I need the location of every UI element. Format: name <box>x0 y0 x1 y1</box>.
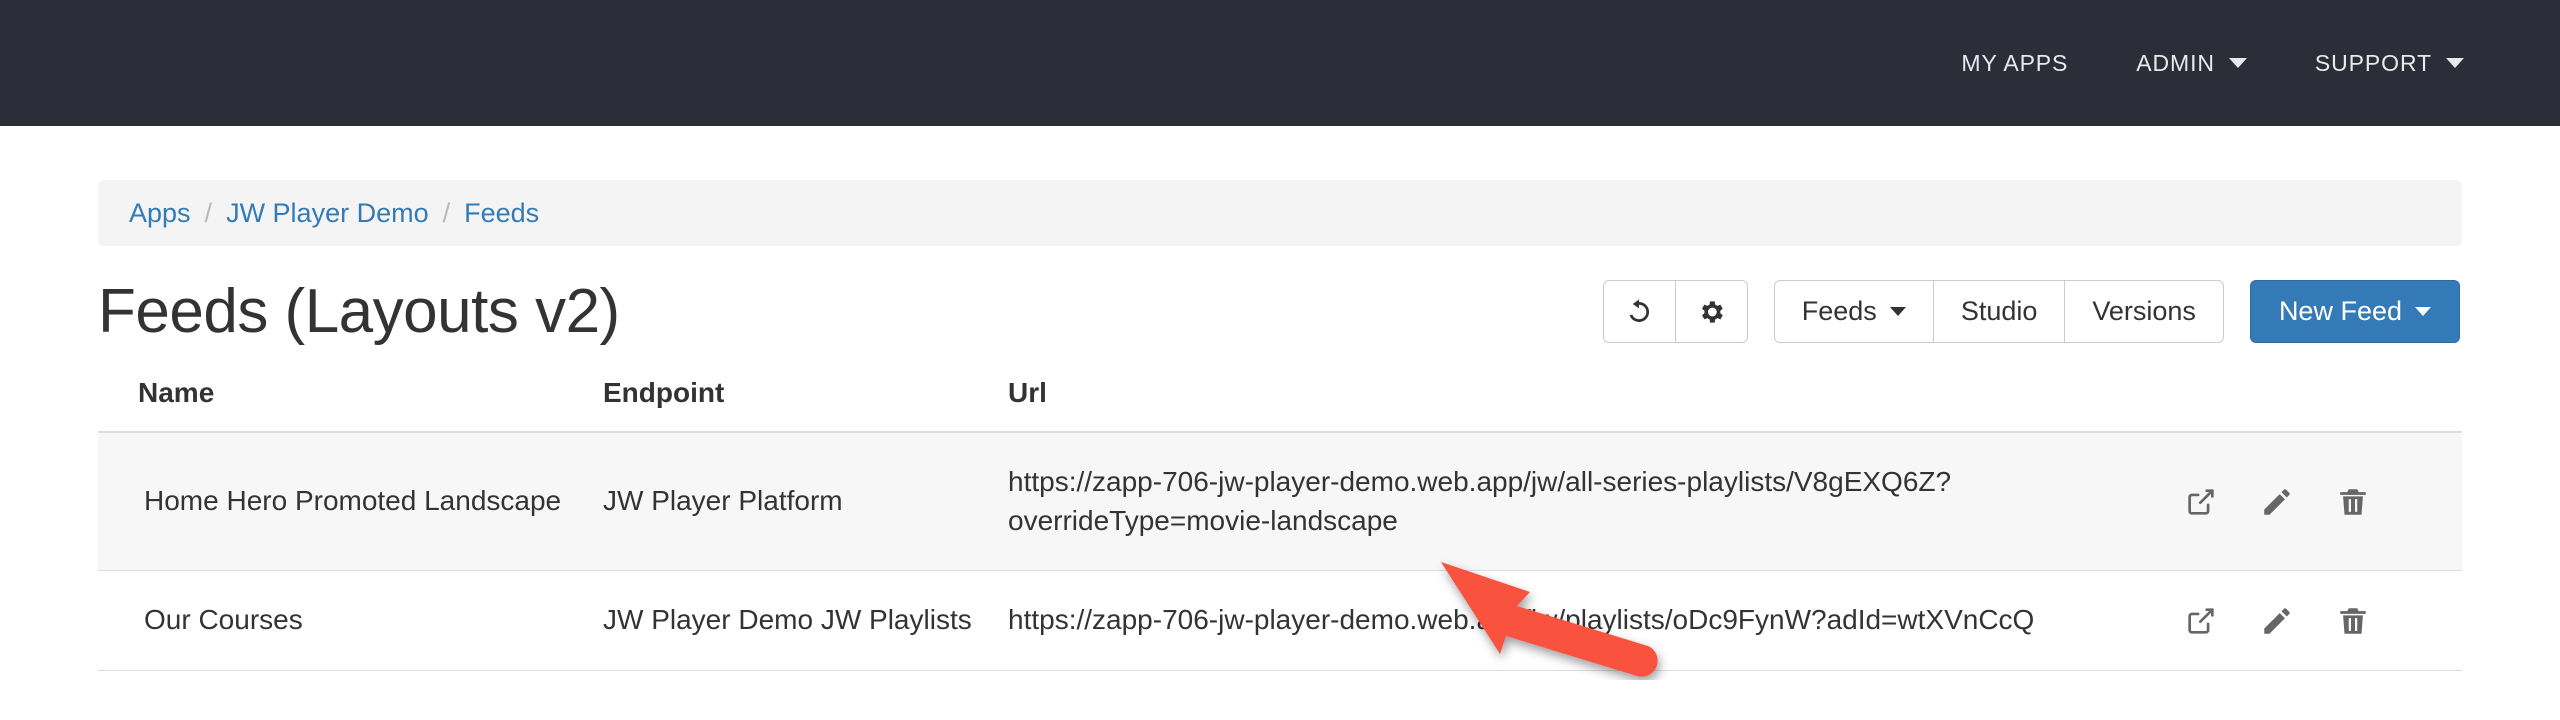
chevron-down-icon <box>2415 307 2431 316</box>
pencil-icon[interactable] <box>2260 485 2294 519</box>
breadcrumb-separator: / <box>442 197 451 228</box>
breadcrumb: Apps / JW Player Demo / Feeds <box>98 180 2462 246</box>
trash-icon[interactable] <box>2336 604 2370 638</box>
versions-button-label: Versions <box>2092 296 2196 326</box>
pencil-icon[interactable] <box>2260 604 2294 638</box>
studio-button[interactable]: Studio <box>1932 280 2066 343</box>
cell-name: Our Courses <box>98 570 603 671</box>
table-header-row: Name Endpoint Url <box>98 377 2462 433</box>
column-header-endpoint: Endpoint <box>603 377 1008 433</box>
row-actions <box>2162 604 2462 638</box>
cell-actions <box>2162 432 2462 572</box>
new-feed-button[interactable]: New Feed <box>2249 280 2460 343</box>
cell-endpoint: JW Player Demo JW Playlists <box>603 570 1008 671</box>
title-row: Feeds (Layouts v2) Feeds Studio Versions… <box>98 280 2462 343</box>
navbar-links: MY APPS ADMIN SUPPORT <box>1927 50 2498 77</box>
feeds-dropdown-button[interactable]: Feeds <box>1773 280 1934 343</box>
external-link-icon[interactable] <box>2184 604 2218 638</box>
table-row[interactable]: Our Courses JW Player Demo JW Playlists … <box>98 570 2462 671</box>
history-icon <box>1629 299 1650 322</box>
view-button-group: Feeds Studio Versions <box>1773 280 2224 343</box>
page-title: Feeds (Layouts v2) <box>98 276 620 346</box>
gear-icon <box>1702 300 1724 323</box>
table-row[interactable]: Home Hero Promoted Landscape JW Player P… <box>98 432 2462 572</box>
trash-icon[interactable] <box>2336 485 2370 519</box>
cell-endpoint: JW Player Platform <box>603 432 1008 572</box>
feeds-dropdown-label: Feeds <box>1801 296 1877 326</box>
breadcrumb-item-feeds[interactable]: Feeds <box>464 198 539 229</box>
cell-name: Home Hero Promoted Landscape <box>98 432 603 572</box>
history-button[interactable] <box>1602 280 1676 343</box>
column-header-name: Name <box>98 377 603 433</box>
row-actions <box>2162 485 2462 519</box>
top-navbar: MY APPS ADMIN SUPPORT <box>0 0 2560 126</box>
page-container: Apps / JW Player Demo / Feeds Feeds (Lay… <box>0 180 2560 671</box>
chevron-down-icon <box>2446 58 2464 68</box>
chevron-down-icon <box>2228 58 2247 68</box>
nav-item-label: SUPPORT <box>2314 49 2432 76</box>
versions-button[interactable]: Versions <box>2064 280 2224 343</box>
column-header-url: Url <box>1008 377 2162 433</box>
breadcrumb-item-apps[interactable]: Apps <box>129 198 191 229</box>
feeds-table-head: Name Endpoint Url <box>98 377 2462 433</box>
settings-button[interactable] <box>1674 280 1748 343</box>
cell-url: https://zapp-706-jw-player-demo.web.app/… <box>1008 570 2162 671</box>
feeds-table-body: Home Hero Promoted Landscape JW Player P… <box>98 432 2462 671</box>
external-link-icon[interactable] <box>2184 485 2218 519</box>
nav-item-label: ADMIN <box>2136 49 2215 76</box>
new-feed-button-label: New Feed <box>2278 296 2402 326</box>
cell-url: https://zapp-706-jw-player-demo.web.app/… <box>1008 432 2162 572</box>
nav-item-label: MY APPS <box>1961 49 2069 76</box>
breadcrumb-item-jw-player-demo[interactable]: JW Player Demo <box>226 198 429 229</box>
nav-item-admin[interactable]: ADMIN <box>2102 50 2281 77</box>
feeds-table: Name Endpoint Url Home Hero Promoted Lan… <box>98 377 2462 671</box>
studio-button-label: Studio <box>1960 296 2038 326</box>
nav-item-support[interactable]: SUPPORT <box>2281 50 2498 77</box>
cell-actions <box>2162 570 2462 671</box>
page-toolbar: Feeds Studio Versions New Feed <box>1602 280 2460 343</box>
breadcrumb-separator: / <box>204 197 213 228</box>
nav-item-my-apps[interactable]: MY APPS <box>1927 50 2102 77</box>
column-header-actions <box>2162 377 2462 433</box>
chevron-down-icon <box>1889 307 1906 316</box>
icon-button-group <box>1602 280 1748 343</box>
